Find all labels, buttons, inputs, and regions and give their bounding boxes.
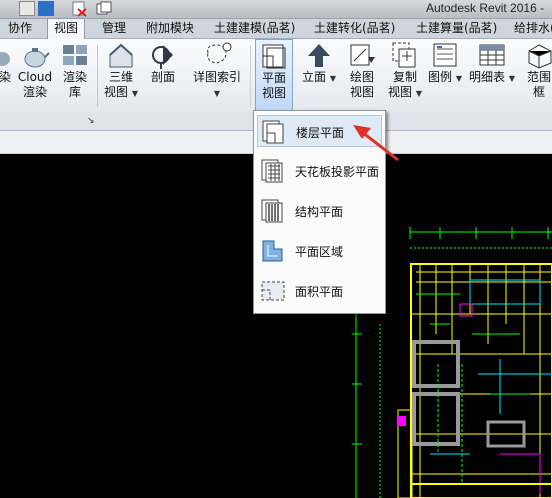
plan-views-dropdown-menu: 楼层平面 天花板投影平面 结构平面 平面区域 面积平面: [253, 110, 386, 314]
tab-civil-conversion[interactable]: 土建转化(品茗): [314, 19, 395, 38]
tab-civil-quantity[interactable]: 土建算量(品茗): [416, 19, 497, 38]
plan-views-button[interactable]: 平面 视图: [255, 39, 293, 112]
area-plan-icon: [261, 281, 285, 301]
quick-access-close-hidden-icon[interactable]: [72, 1, 88, 17]
schedules-label: 明细表 ▼: [469, 70, 515, 84]
menu-item-ceiling-plan-label: 天花板投影平面: [295, 165, 380, 179]
plan-views-label-1: 平面: [261, 71, 286, 85]
render-teapot-icon: [0, 52, 10, 66]
ceiling-plan-icon: [261, 159, 283, 183]
panel-expand-arrow-icon[interactable]: ↘: [87, 116, 95, 126]
floor-plan-icon: [262, 44, 286, 69]
section-button[interactable]: 剖面: [146, 39, 180, 85]
tab-civil-modeling[interactable]: 土建建模(品茗): [214, 19, 295, 38]
section-marker-icon: [152, 45, 173, 69]
menu-item-floor-plan[interactable]: 楼层平面: [257, 115, 382, 147]
scope-box-icon: [528, 44, 552, 69]
section-label: 剖面: [150, 70, 175, 84]
tab-add-ins[interactable]: 附加模块: [146, 19, 194, 38]
render-gallery-button[interactable]: 渲染 库: [58, 39, 92, 100]
ribbon-separator: [97, 45, 98, 107]
house-3d-icon: [109, 43, 133, 68]
quick-access-tag-icon[interactable]: [38, 1, 54, 16]
plan-views-label-2: 视图: [261, 86, 286, 100]
elevation-label: 立面 ▼: [302, 70, 336, 84]
legend-icon: [433, 43, 457, 67]
render-gallery-label-2: 库: [68, 85, 81, 99]
menu-item-ceiling-plan[interactable]: 天花板投影平面: [257, 155, 382, 187]
scope-box-button[interactable]: 范围 框: [522, 39, 552, 100]
menu-item-area-plan-label: 面积平面: [295, 285, 344, 299]
cloud-render-button[interactable]: Cloud 渲染: [16, 39, 54, 100]
duplicate-view-button[interactable]: 复制 视图 ▼: [385, 39, 425, 101]
duplicate-view-icon: [392, 42, 416, 68]
menu-item-structural-plan-label: 结构平面: [295, 205, 344, 219]
ribbon-separator: [250, 45, 251, 107]
chevron-down-icon: ▼: [455, 74, 462, 83]
callout-label: 详图索引 ▼: [192, 70, 241, 98]
schedules-button[interactable]: 明细表 ▼: [468, 39, 516, 86]
chevron-down-icon: ▼: [329, 74, 336, 83]
app-title: Autodesk Revit 2016 -: [426, 1, 545, 15]
ribbon-tabs: 协作 视图 管理 附加模块 土建建模(品茗) 土建转化(品茗) 土建算量(品茗)…: [0, 18, 552, 39]
scope-box-label-1: 范围: [526, 70, 551, 84]
render-label: 染: [0, 70, 11, 84]
drafting-view-label-1: 绘图: [349, 70, 374, 84]
quick-access-print-icon[interactable]: [19, 1, 35, 16]
3d-view-label-1: 三维: [108, 70, 133, 84]
tab-view[interactable]: 视图: [47, 18, 86, 39]
ribbon-panel: 染 Cloud 渲染 渲染 库 三维 视图 ▼ 剖面 详图索引 ▼ 平面 视图 …: [0, 39, 552, 113]
plan-region-icon: [262, 240, 283, 262]
floor-plan-icon: [262, 120, 284, 144]
drafting-view-icon: [350, 44, 375, 66]
tab-plumbing[interactable]: 给排水(: [514, 19, 552, 38]
tab-collaborate[interactable]: 协作: [8, 19, 32, 38]
callout-button[interactable]: 详图索引 ▼: [190, 39, 244, 101]
menu-item-plan-region-label: 平面区域: [295, 245, 344, 259]
duplicate-view-label-2: 视图 ▼: [388, 85, 422, 99]
cloud-teapot-icon: [24, 48, 50, 68]
render-button[interactable]: 染: [0, 39, 12, 85]
legends-button[interactable]: 图例 ▼: [428, 39, 462, 86]
menu-item-structural-plan[interactable]: 结构平面: [257, 195, 382, 227]
3d-view-button[interactable]: 三维 视图 ▼: [102, 39, 140, 101]
legends-label: 图例 ▼: [428, 70, 462, 84]
cloud-render-label-1: Cloud: [17, 70, 53, 84]
callout-icon: [207, 42, 232, 64]
title-bar: Autodesk Revit 2016 -: [0, 0, 552, 19]
render-gallery-label-1: 渲染: [62, 70, 87, 84]
menu-item-area-plan[interactable]: 面积平面: [257, 275, 382, 307]
drafting-view-label-2: 视图: [349, 85, 374, 99]
scope-box-label-2: 框: [532, 85, 545, 99]
quick-access-switch-windows-icon[interactable]: [96, 1, 112, 17]
duplicate-view-label-1: 复制: [392, 70, 417, 84]
menu-item-floor-plan-label: 楼层平面: [296, 126, 345, 140]
render-gallery-icon: [63, 45, 87, 65]
chevron-down-icon: ▼: [415, 89, 422, 98]
chevron-down-icon: ▼: [131, 89, 138, 98]
elevation-button[interactable]: 立面 ▼: [300, 39, 338, 86]
3d-view-label-2: 视图 ▼: [104, 85, 138, 99]
cloud-render-label-2: 渲染: [22, 85, 47, 99]
elevation-arrow-icon: [308, 44, 330, 67]
drafting-view-button[interactable]: 绘图 视图: [344, 39, 380, 100]
structural-plan-icon: [261, 199, 283, 223]
schedule-table-icon: [479, 44, 505, 66]
chevron-down-icon: ▼: [213, 89, 221, 98]
tab-manage[interactable]: 管理: [102, 19, 126, 38]
chevron-down-icon: ▼: [508, 74, 515, 83]
menu-item-plan-region[interactable]: 平面区域: [257, 235, 382, 267]
